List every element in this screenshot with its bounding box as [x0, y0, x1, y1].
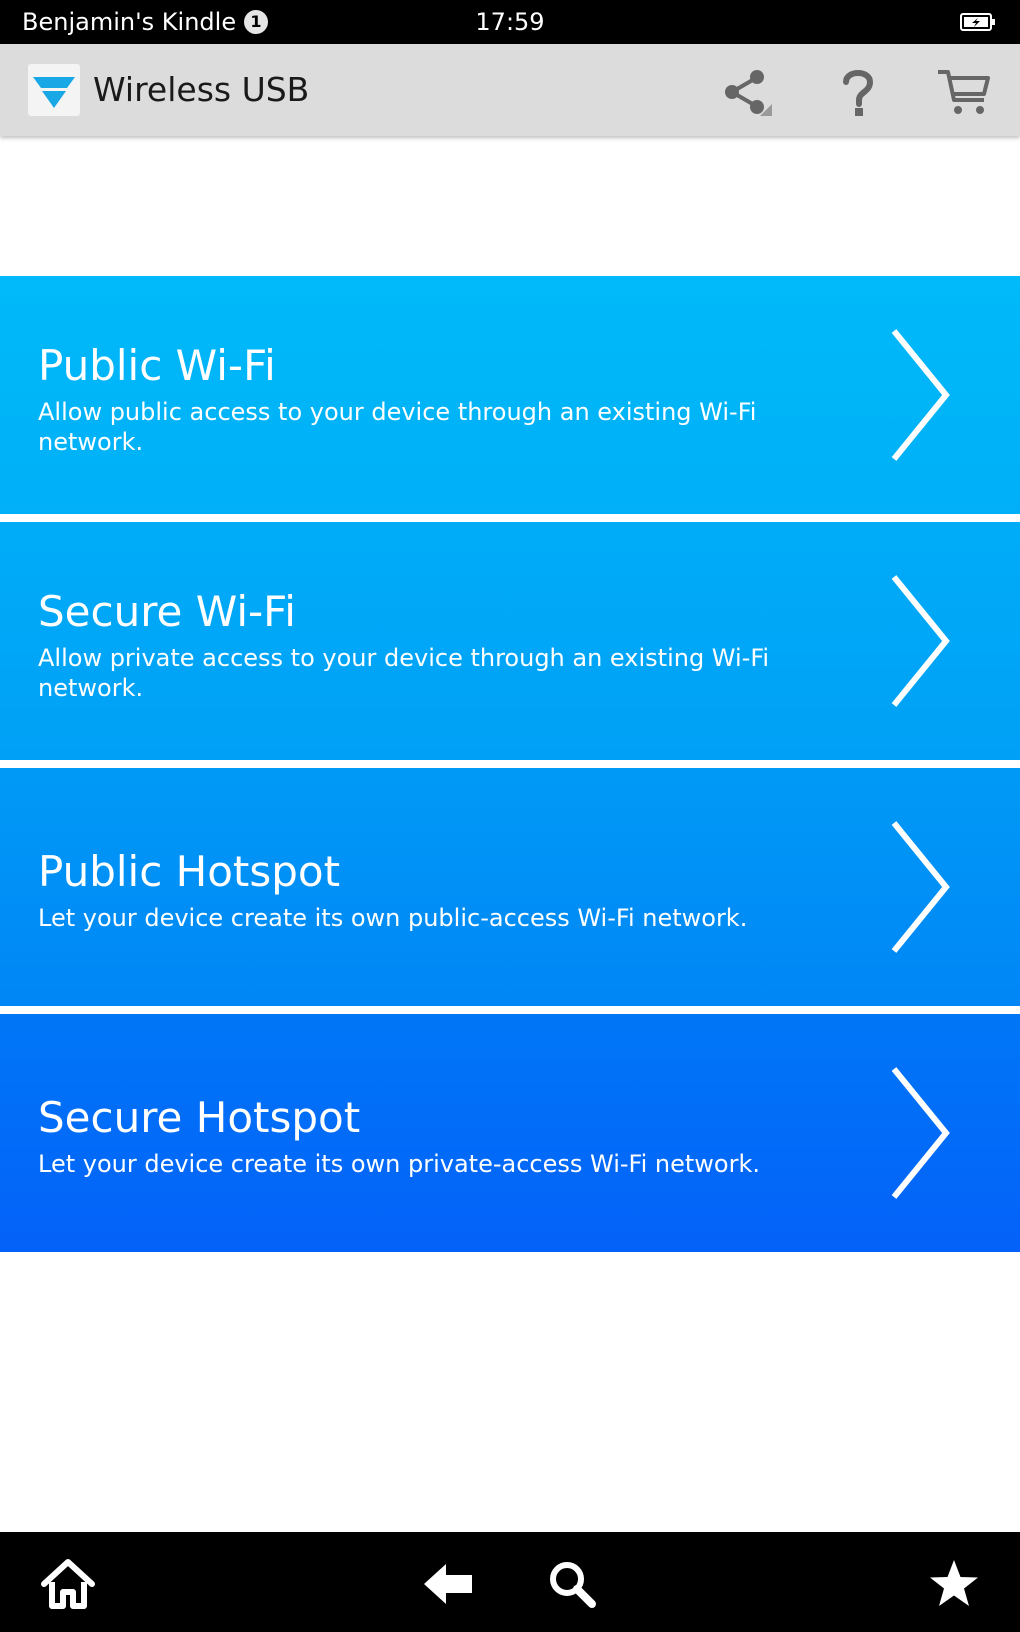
- chevron-right-icon: [891, 329, 950, 461]
- option-secure-wifi[interactable]: Secure Wi-Fi Allow private access to you…: [0, 522, 1020, 760]
- battery-icon: [960, 13, 995, 31]
- chevron-right-icon: [891, 575, 950, 707]
- option-title: Public Wi-Fi: [38, 341, 276, 390]
- nav-bar: [0, 1532, 1020, 1632]
- chevron-right-icon: [891, 1067, 950, 1199]
- option-text: Public Hotspot Let your device create it…: [38, 847, 798, 933]
- screen: Benjamin's Kindle 1 17:59 Wireless USB P…: [0, 0, 1020, 1632]
- option-title: Public Hotspot: [38, 847, 341, 896]
- status-time: 17:59: [475, 8, 545, 36]
- help-icon[interactable]: [830, 64, 886, 120]
- option-secure-hotspot[interactable]: Secure Hotspot Let your device create it…: [0, 1014, 1020, 1252]
- app-title: Wireless USB: [93, 70, 310, 109]
- option-description: Let your device create its own private-a…: [38, 1150, 760, 1178]
- wireless-usb-logo: [28, 64, 80, 116]
- cart-icon[interactable]: [936, 64, 992, 120]
- option-description: Allow public access to your device throu…: [38, 398, 757, 456]
- option-public-hotspot[interactable]: Public Hotspot Let your device create it…: [0, 768, 1020, 1006]
- star-icon[interactable]: [926, 1556, 982, 1612]
- back-arrow-icon[interactable]: [420, 1556, 476, 1612]
- search-icon[interactable]: [544, 1556, 600, 1612]
- option-description: Allow private access to your device thro…: [38, 644, 770, 702]
- option-title: Secure Hotspot: [38, 1093, 361, 1142]
- status-bar: Benjamin's Kindle 1 17:59: [0, 0, 1020, 44]
- chevron-right-icon: [891, 821, 950, 953]
- app-bar: Wireless USB: [0, 44, 1020, 136]
- share-icon[interactable]: [720, 64, 776, 120]
- option-title: Secure Wi-Fi: [38, 587, 296, 636]
- connection-options-list: Public Wi-Fi Allow public access to your…: [0, 276, 1020, 1252]
- option-text: Secure Hotspot Let your device create it…: [38, 1093, 798, 1179]
- home-icon[interactable]: [40, 1556, 96, 1612]
- option-text: Secure Wi-Fi Allow private access to you…: [38, 587, 798, 703]
- option-public-wifi[interactable]: Public Wi-Fi Allow public access to your…: [0, 276, 1020, 514]
- option-text: Public Wi-Fi Allow public access to your…: [38, 341, 798, 457]
- option-description: Let your device create its own public-ac…: [38, 904, 748, 932]
